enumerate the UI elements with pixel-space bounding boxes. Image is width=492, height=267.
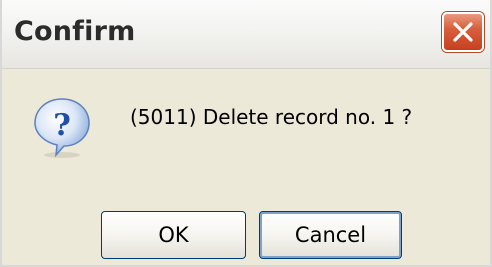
confirm-dialog: Confirm ? (5011) Delete record no. 1 ? O… [0, 0, 492, 267]
close-button[interactable] [442, 12, 484, 52]
dialog-body: ? (5011) Delete record no. 1 ? OK Cancel [2, 69, 490, 265]
ok-button[interactable]: OK [101, 211, 246, 259]
dialog-title: Confirm [14, 16, 136, 47]
close-icon [453, 22, 473, 42]
cancel-button-label: Cancel [294, 223, 367, 247]
question-icon: ? [34, 98, 90, 158]
svg-text:?: ? [53, 108, 71, 143]
title-bar[interactable]: Confirm [2, 0, 490, 69]
cancel-button[interactable]: Cancel [259, 211, 402, 259]
dialog-message: (5011) Delete record no. 1 ? [130, 105, 413, 129]
ok-button-label: OK [158, 223, 189, 247]
